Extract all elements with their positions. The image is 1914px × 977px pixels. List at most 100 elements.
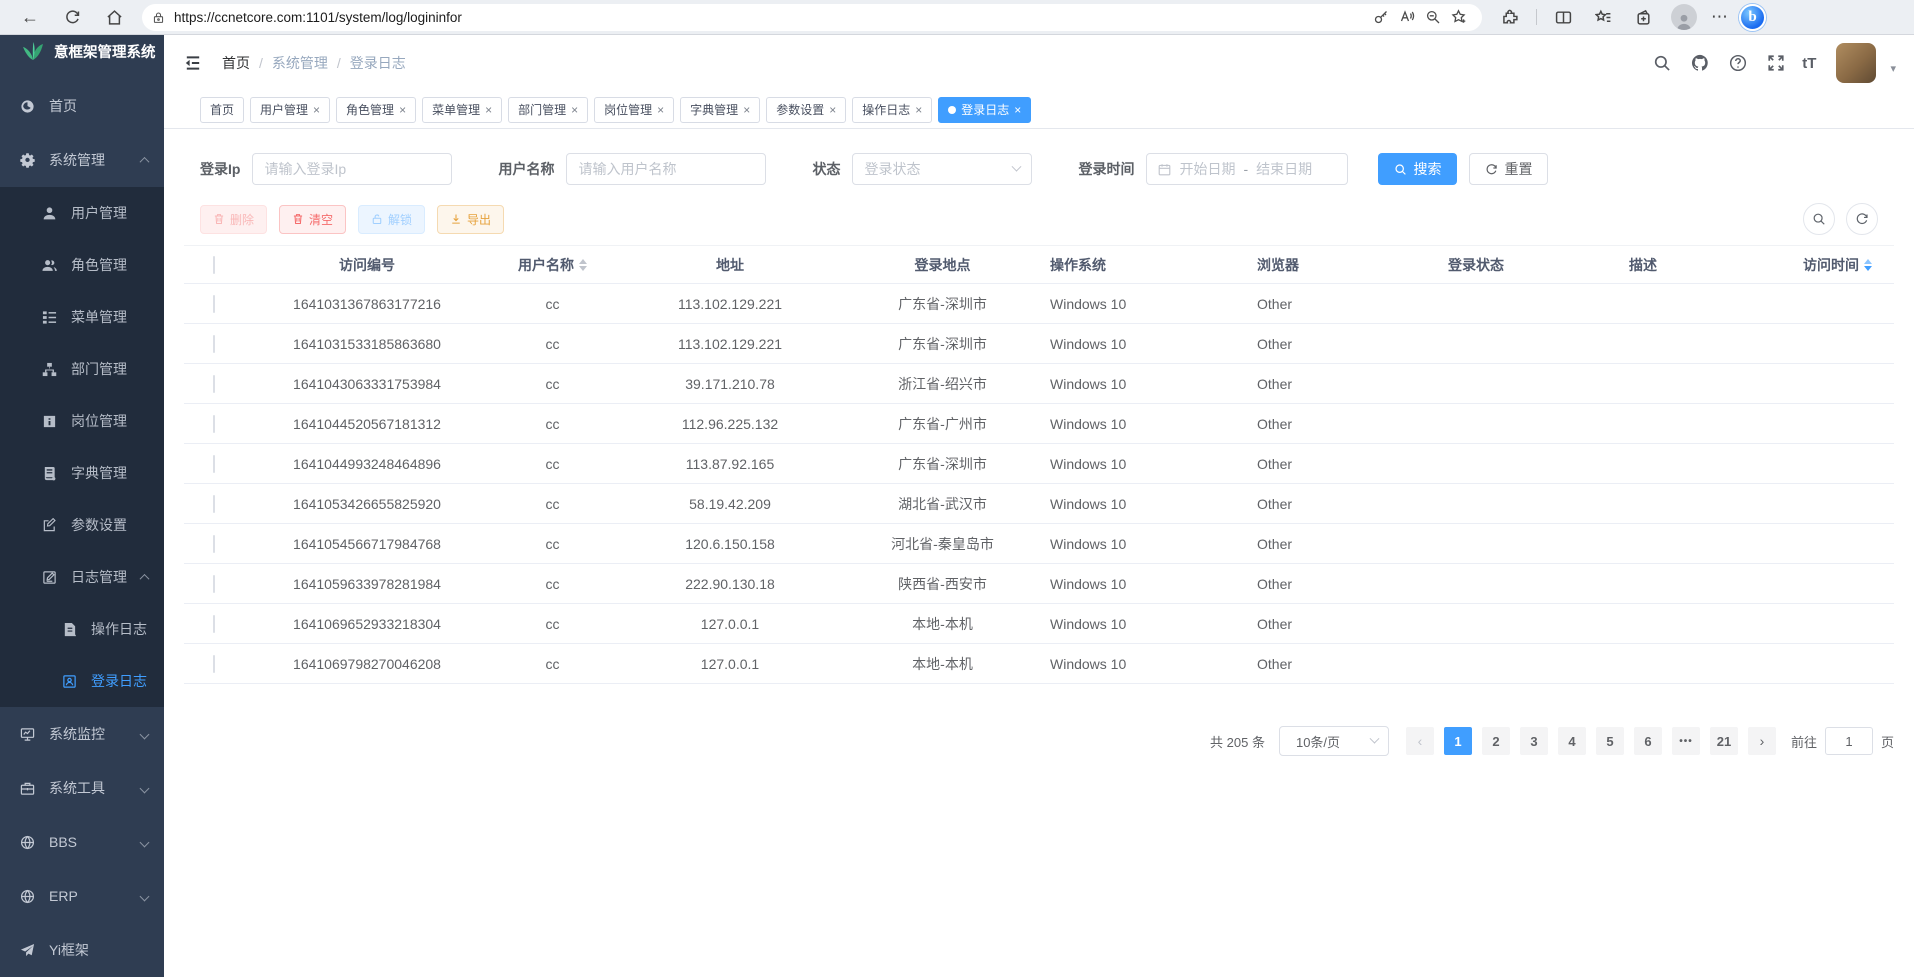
header-search-icon[interactable] bbox=[1650, 51, 1674, 75]
row-checkbox[interactable] bbox=[213, 495, 215, 513]
tab-menu-mgmt[interactable]: 菜单管理× bbox=[422, 97, 502, 123]
password-key-icon[interactable] bbox=[1368, 4, 1394, 30]
browser-back-icon[interactable]: ← bbox=[16, 3, 44, 31]
close-icon[interactable]: × bbox=[829, 103, 836, 117]
sidebar-item-param-settings[interactable]: 参数设置 bbox=[0, 499, 164, 551]
select-all-checkbox[interactable] bbox=[213, 256, 215, 274]
unlock-button[interactable]: 解锁 bbox=[358, 205, 425, 234]
tab-role-mgmt[interactable]: 角色管理× bbox=[336, 97, 416, 123]
tab-param-settings[interactable]: 参数设置× bbox=[766, 97, 846, 123]
bing-chat-icon[interactable]: b bbox=[1739, 4, 1766, 31]
sidebar-item-home[interactable]: 首页 bbox=[0, 79, 164, 133]
close-icon[interactable]: × bbox=[743, 103, 750, 117]
col-user-name[interactable]: 用户名称 bbox=[490, 246, 615, 284]
app-logo[interactable]: 意框架管理系统 bbox=[0, 35, 164, 67]
text-size-icon[interactable]: tT bbox=[1802, 55, 1816, 72]
favorites-icon[interactable] bbox=[1589, 3, 1617, 31]
page-button-3[interactable]: 3 bbox=[1520, 727, 1548, 755]
sidebar-item-erp[interactable]: ERP bbox=[0, 869, 164, 923]
status-select[interactable]: 登录状态 bbox=[852, 153, 1032, 185]
prev-page-button[interactable]: ‹ bbox=[1406, 727, 1434, 755]
sidebar-item-dept-mgmt[interactable]: 部门管理 bbox=[0, 343, 164, 395]
page-button-last[interactable]: 21 bbox=[1710, 727, 1738, 755]
breadcrumb-home[interactable]: 首页 bbox=[222, 53, 250, 73]
sidebar-item-operation-log[interactable]: 操作日志 bbox=[0, 603, 164, 655]
sidebar-item-system-mgmt[interactable]: 系统管理 bbox=[0, 133, 164, 187]
sidebar-item-role-mgmt[interactable]: 角色管理 bbox=[0, 239, 164, 291]
page-button-2[interactable]: 2 bbox=[1482, 727, 1510, 755]
add-favorite-icon[interactable] bbox=[1446, 4, 1472, 30]
close-icon[interactable]: × bbox=[485, 103, 492, 117]
split-screen-icon[interactable] bbox=[1549, 3, 1577, 31]
clear-button[interactable]: 清空 bbox=[279, 205, 346, 234]
row-checkbox[interactable] bbox=[213, 535, 215, 553]
fullscreen-icon[interactable] bbox=[1764, 51, 1788, 75]
page-button-4[interactable]: 4 bbox=[1558, 727, 1586, 755]
tab-home[interactable]: 首页 bbox=[200, 97, 244, 123]
browser-profile-avatar[interactable] bbox=[1671, 4, 1697, 30]
sidebar-item-login-log[interactable]: 登录日志 bbox=[0, 655, 164, 707]
sidebar-item-bbs[interactable]: BBS bbox=[0, 815, 164, 869]
sidebar-item-system-tools[interactable]: 系统工具 bbox=[0, 761, 164, 815]
tab-dept-mgmt[interactable]: 部门管理× bbox=[508, 97, 588, 123]
reset-button[interactable]: 重置 bbox=[1469, 153, 1548, 185]
user-avatar[interactable] bbox=[1836, 43, 1876, 83]
login-ip-input[interactable] bbox=[264, 161, 440, 177]
collections-icon[interactable] bbox=[1629, 3, 1657, 31]
page-button-1[interactable]: 1 bbox=[1444, 727, 1472, 755]
url-text[interactable]: https://ccnetcore.com:1101/system/log/lo… bbox=[174, 10, 1368, 25]
tab-dict-mgmt[interactable]: 字典管理× bbox=[680, 97, 760, 123]
collapse-sidebar-icon[interactable] bbox=[178, 48, 208, 78]
github-icon[interactable] bbox=[1688, 51, 1712, 75]
row-checkbox[interactable] bbox=[213, 655, 215, 673]
row-checkbox[interactable] bbox=[213, 295, 215, 313]
col-visit-time[interactable]: 访问时间 bbox=[1793, 246, 1894, 284]
refresh-table-button[interactable] bbox=[1846, 203, 1878, 235]
breadcrumb-system[interactable]: 系统管理 bbox=[272, 53, 328, 73]
next-page-button[interactable]: › bbox=[1748, 727, 1776, 755]
help-icon[interactable] bbox=[1726, 51, 1750, 75]
sidebar-item-menu-mgmt[interactable]: 菜单管理 bbox=[0, 291, 164, 343]
extensions-icon[interactable] bbox=[1496, 3, 1524, 31]
row-checkbox[interactable] bbox=[213, 375, 215, 393]
browser-menu-icon[interactable]: ⋯ bbox=[1711, 7, 1729, 27]
sort-icon[interactable] bbox=[579, 259, 587, 271]
user-name-input[interactable] bbox=[578, 161, 754, 177]
page-button-6[interactable]: 6 bbox=[1634, 727, 1662, 755]
delete-button[interactable]: 删除 bbox=[200, 205, 267, 234]
more-pages-icon[interactable]: ••• bbox=[1672, 727, 1700, 755]
page-size-select[interactable]: 10条/页 bbox=[1279, 726, 1389, 756]
goto-page-input[interactable] bbox=[1825, 727, 1873, 755]
tab-login-log[interactable]: 登录日志× bbox=[938, 97, 1031, 123]
read-aloud-icon[interactable] bbox=[1394, 4, 1420, 30]
address-bar[interactable]: https://ccnetcore.com:1101/system/log/lo… bbox=[142, 4, 1482, 31]
close-icon[interactable]: × bbox=[571, 103, 578, 117]
close-icon[interactable]: × bbox=[313, 103, 320, 117]
zoom-out-icon[interactable] bbox=[1420, 4, 1446, 30]
sidebar-item-yi-framework[interactable]: Yi框架 bbox=[0, 923, 164, 977]
site-lock-icon[interactable] bbox=[152, 11, 165, 24]
sort-icon[interactable] bbox=[1864, 259, 1872, 271]
close-icon[interactable]: × bbox=[657, 103, 664, 117]
avatar-caret-icon[interactable]: ▾ bbox=[1890, 62, 1896, 75]
tab-operation-log[interactable]: 操作日志× bbox=[852, 97, 932, 123]
export-button[interactable]: 导出 bbox=[437, 205, 504, 234]
sidebar-item-post-mgmt[interactable]: 岗位管理 bbox=[0, 395, 164, 447]
sidebar-item-system-monitor[interactable]: 系统监控 bbox=[0, 707, 164, 761]
sidebar-item-user-mgmt[interactable]: 用户管理 bbox=[0, 187, 164, 239]
close-icon[interactable]: × bbox=[399, 103, 406, 117]
row-checkbox[interactable] bbox=[213, 415, 215, 433]
tab-user-mgmt[interactable]: 用户管理× bbox=[250, 97, 330, 123]
row-checkbox[interactable] bbox=[213, 615, 215, 633]
close-icon[interactable]: × bbox=[1014, 103, 1021, 117]
toggle-search-button[interactable] bbox=[1803, 203, 1835, 235]
row-checkbox[interactable] bbox=[213, 455, 215, 473]
sidebar-item-log-mgmt[interactable]: 日志管理 bbox=[0, 551, 164, 603]
browser-refresh-icon[interactable] bbox=[58, 3, 86, 31]
sidebar-item-dict-mgmt[interactable]: 字典管理 bbox=[0, 447, 164, 499]
date-range-picker[interactable]: 开始日期 - 结束日期 bbox=[1146, 153, 1348, 185]
page-button-5[interactable]: 5 bbox=[1596, 727, 1624, 755]
row-checkbox[interactable] bbox=[213, 575, 215, 593]
search-button[interactable]: 搜索 bbox=[1378, 153, 1457, 185]
browser-home-icon[interactable] bbox=[100, 3, 128, 31]
